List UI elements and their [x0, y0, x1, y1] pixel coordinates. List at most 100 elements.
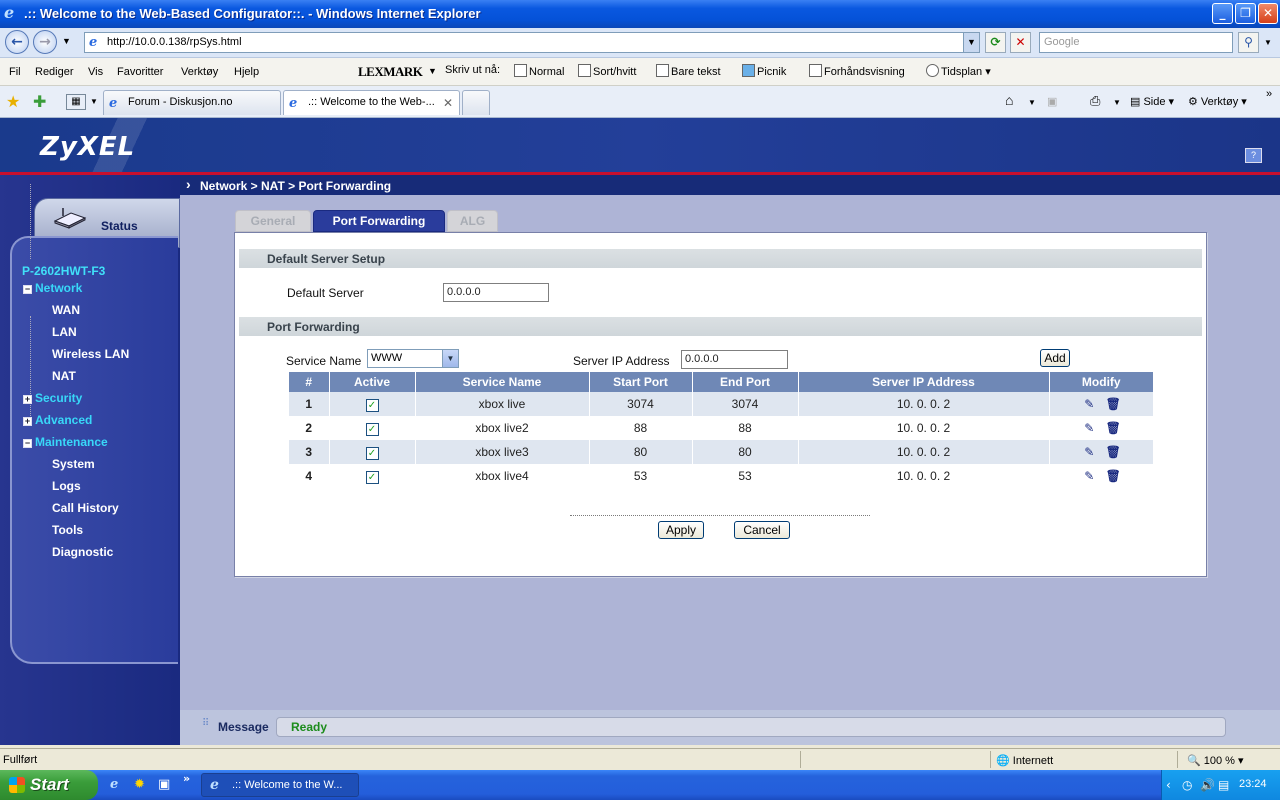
active-checkbox[interactable]: ✓ [365, 422, 379, 436]
minimize-button[interactable]: _ [1212, 3, 1233, 24]
nav-lan[interactable]: LAN [52, 325, 77, 339]
quick-tabs-icon[interactable]: ▦ [66, 94, 86, 110]
maximize-button[interactable]: ❐ [1235, 3, 1256, 24]
edit-icon[interactable]: ✎ [1081, 397, 1097, 411]
menu-view[interactable]: Vis [88, 66, 103, 78]
menu-file[interactable]: Fil [9, 66, 21, 78]
active-checkbox[interactable]: ✓ [365, 398, 379, 412]
tab-forum[interactable]: e Forum - Diskusjon.no [103, 90, 281, 115]
clock-icon[interactable]: ◷ [1182, 778, 1192, 792]
favorites-star-icon[interactable]: ★ [6, 92, 20, 112]
default-server-input[interactable]: 0.0.0.0 [443, 283, 549, 302]
delete-icon[interactable]: 🗑 [1105, 421, 1121, 435]
edit-icon[interactable]: ✎ [1081, 421, 1097, 435]
nav-security[interactable]: + Security [23, 391, 82, 405]
col-end-port: End Port [692, 372, 799, 392]
zoom-control[interactable]: 🔍 100 % ▾ [1187, 754, 1244, 767]
quicklaunch-overflow-icon[interactable]: » [183, 772, 190, 785]
apply-button[interactable]: Apply [658, 521, 704, 539]
service-name-select[interactable]: WWW ▼ [367, 349, 459, 368]
add-button[interactable]: Add [1040, 349, 1070, 367]
page-icon: e [289, 96, 298, 111]
nav-logs[interactable]: Logs [52, 479, 81, 493]
nav-call-history[interactable]: Call History [52, 501, 119, 515]
text-only-button[interactable]: Bare tekst [656, 64, 721, 78]
divider [990, 751, 991, 768]
stop-icon[interactable]: ✕ [1010, 32, 1031, 53]
menu-edit[interactable]: Rediger [35, 66, 74, 78]
feeds-icon[interactable]: ▣ [1047, 95, 1057, 108]
chevron-down-icon[interactable]: ▼ [428, 66, 437, 76]
history-dropdown-icon[interactable]: ▼ [62, 36, 71, 46]
app-quicklaunch-icon[interactable]: ✹ [134, 777, 145, 792]
taskbar-item-ie[interactable]: e.:: Welcome to the W... [201, 773, 359, 797]
server-ip-input[interactable]: 0.0.0.0 [681, 350, 788, 369]
tab-general[interactable]: General [235, 210, 311, 232]
ie-quicklaunch-icon[interactable]: e [110, 777, 118, 792]
picnik-button[interactable]: Picnik [742, 64, 786, 78]
menu-favorites[interactable]: Favoritter [117, 66, 163, 78]
edit-icon[interactable]: ✎ [1081, 469, 1097, 483]
home-dropdown-icon[interactable]: ▼ [1028, 98, 1036, 107]
volume-icon[interactable]: 🔊 [1200, 778, 1215, 792]
nav-tools[interactable]: Tools [52, 523, 83, 537]
nav-system[interactable]: System [52, 457, 95, 471]
close-tab-icon[interactable]: ✕ [443, 96, 453, 110]
nav-wan[interactable]: WAN [52, 303, 80, 317]
search-options-icon[interactable]: ▼ [1264, 38, 1272, 47]
tab-configurator[interactable]: e.:: Welcome to the Web-... ✕ [283, 90, 460, 115]
nav-advanced[interactable]: + Advanced [23, 413, 92, 427]
normal-print-button[interactable]: Normal [514, 64, 564, 78]
address-dropdown-icon[interactable]: ▼ [963, 33, 979, 52]
service-cell: xbox live3 [415, 440, 590, 464]
nav-maintenance[interactable]: − Maintenance [23, 435, 108, 449]
nav-diagnostic[interactable]: Diagnostic [52, 545, 113, 559]
start-port-cell: 3074 [589, 392, 693, 416]
close-button[interactable]: ✕ [1258, 3, 1278, 24]
zyxel-logo: ZyXEL [40, 132, 136, 162]
nav-wireless-lan[interactable]: Wireless LAN [52, 347, 129, 361]
lexmark-logo[interactable]: LEXMARK [358, 64, 423, 80]
add-favorite-icon[interactable]: ✚ [33, 92, 46, 112]
cancel-button[interactable]: Cancel [734, 521, 790, 539]
tree-line [30, 316, 31, 426]
print-icon[interactable]: ⎙ [1090, 93, 1100, 109]
search-input[interactable]: Google [1039, 32, 1233, 53]
toolbar-overflow-icon[interactable]: » [1266, 88, 1272, 100]
menu-tools[interactable]: Verktøy [181, 66, 218, 78]
active-checkbox[interactable]: ✓ [365, 446, 379, 460]
tab-alg[interactable]: ALG [447, 210, 498, 232]
help-icon[interactable]: ? [1245, 148, 1262, 163]
tab-port-forwarding[interactable]: Port Forwarding [313, 210, 445, 232]
menu-help[interactable]: Hjelp [234, 66, 259, 78]
address-bar[interactable]: e http://10.0.0.138/rpSys.html ▼ [84, 32, 980, 53]
schedule-button[interactable]: Tidsplan ▾ [926, 64, 991, 78]
nav-network[interactable]: − Network [23, 281, 82, 295]
active-checkbox[interactable]: ✓ [365, 470, 379, 484]
edit-icon[interactable]: ✎ [1081, 445, 1097, 459]
refresh-icon[interactable]: ⟳ [985, 32, 1006, 53]
end-port-cell: 3074 [692, 392, 799, 416]
new-tab-button[interactable] [462, 90, 490, 115]
print-dropdown-icon[interactable]: ▼ [1113, 98, 1121, 107]
clock[interactable]: 23:24 [1239, 778, 1267, 790]
network-icon[interactable]: ▤ [1218, 778, 1229, 792]
media-quicklaunch-icon[interactable]: ▣ [158, 777, 170, 792]
tree-line [30, 184, 31, 259]
nav-nat[interactable]: NAT [52, 369, 76, 383]
delete-icon[interactable]: 🗑 [1105, 397, 1121, 411]
forward-button[interactable]: → [33, 30, 57, 54]
bw-print-button[interactable]: Sort/hvitt [578, 64, 636, 78]
search-icon[interactable]: ⚲ [1238, 32, 1259, 53]
page-menu[interactable]: ▤ Side ▾ [1130, 95, 1174, 108]
delete-icon[interactable]: 🗑 [1105, 445, 1121, 459]
back-button[interactable]: ← [5, 30, 29, 54]
preview-button[interactable]: Forhåndsvisning [809, 64, 905, 78]
tray-expand-icon[interactable]: ‹ [1166, 778, 1171, 792]
tab-list-icon[interactable]: ▼ [90, 97, 98, 106]
start-button[interactable]: Start [0, 770, 98, 800]
default-server-header: Default Server Setup [239, 249, 1202, 268]
delete-icon[interactable]: 🗑 [1105, 469, 1121, 483]
home-icon[interactable]: ⌂ [1005, 92, 1013, 108]
tools-menu[interactable]: ⚙ Verktøy ▾ [1188, 95, 1247, 108]
